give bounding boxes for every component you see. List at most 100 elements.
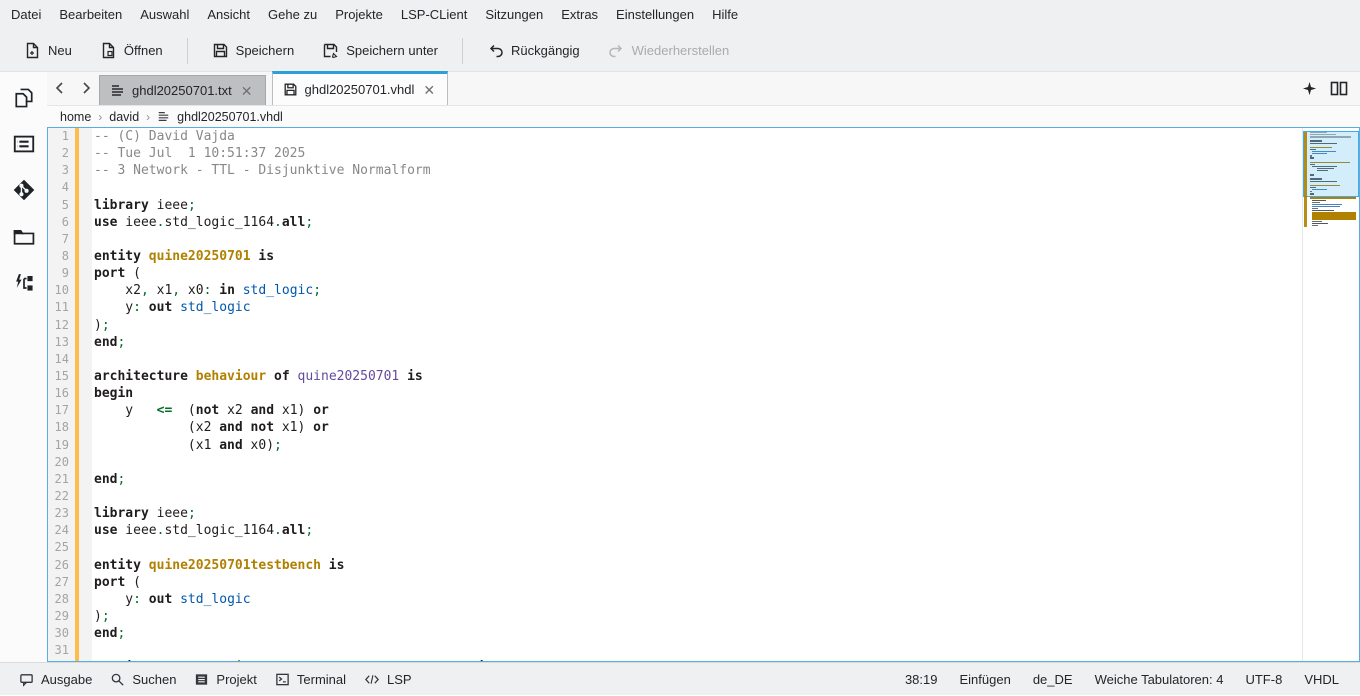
line-number: 7 — [48, 231, 75, 248]
cursor-position[interactable]: 38:19 — [894, 672, 949, 687]
code-line: 11 y: out std_logic — [48, 299, 1302, 316]
pin-icon — [1302, 81, 1317, 96]
chevron-left-icon — [53, 81, 67, 95]
line-number: 32 — [48, 659, 75, 661]
terminal-toggle-button[interactable]: Terminal — [266, 663, 355, 696]
line-number: 31 — [48, 642, 75, 659]
kate-window: Datei Bearbeiten Auswahl Ansicht Gehe zu… — [0, 0, 1360, 695]
line-number: 5 — [48, 197, 75, 214]
lsp-label: LSP — [387, 672, 412, 687]
minimap-scrollbar[interactable] — [1302, 128, 1359, 661]
output-label: Ausgabe — [41, 672, 92, 687]
code-line: 27port ( — [48, 574, 1302, 591]
menu-gehe-zu[interactable]: Gehe zu — [259, 0, 326, 30]
lsp-toggle-button[interactable]: LSP — [355, 663, 421, 696]
menu-auswahl[interactable]: Auswahl — [131, 0, 198, 30]
search-toggle-button[interactable]: Suchen — [101, 663, 185, 696]
line-number: 14 — [48, 351, 75, 368]
project-toggle-button[interactable]: Projekt — [185, 663, 265, 696]
tab-ghdl20250701-txt[interactable]: ghdl20250701.txt ✕ — [99, 75, 266, 105]
line-number: 16 — [48, 385, 75, 402]
outline-toolview-button[interactable] — [6, 129, 42, 159]
code-line: 20 — [48, 454, 1302, 471]
terminal-icon — [275, 672, 290, 687]
code-line: 6use ieee.std_logic_1164.all; — [48, 214, 1302, 231]
code-line: 17 y <= (not x2 and x1) or — [48, 402, 1302, 419]
new-button[interactable]: Neu — [14, 36, 82, 65]
open-button[interactable]: Öffnen — [90, 36, 173, 65]
lsp-symbols-toolview-button[interactable] — [6, 267, 42, 297]
open-button-label: Öffnen — [124, 43, 163, 58]
code-line: 16begin — [48, 385, 1302, 402]
speech-bubble-icon — [19, 672, 34, 687]
terminal-label: Terminal — [297, 672, 346, 687]
menu-bearbeiten[interactable]: Bearbeiten — [50, 0, 131, 30]
menu-datei[interactable]: Datei — [2, 0, 50, 30]
line-number: 1 — [48, 128, 75, 145]
breadcrumb-david[interactable]: david — [109, 110, 139, 124]
toolbar-separator — [462, 38, 463, 64]
code-line: 25 — [48, 539, 1302, 556]
breadcrumb-home[interactable]: home — [60, 110, 91, 124]
breadcrumb: home › david › ghdl20250701.vhdl — [47, 106, 1360, 127]
tab-ghdl20250701-vhdl[interactable]: ghdl20250701.vhdl ✕ — [272, 71, 449, 105]
menu-sitzungen[interactable]: Sitzungen — [476, 0, 552, 30]
line-number: 25 — [48, 539, 75, 556]
minimap-viewport[interactable] — [1303, 131, 1359, 197]
tab-settings-indicator[interactable]: Weiche Tabulatoren: 4 — [1084, 672, 1235, 687]
code-line: 18 (x2 and not x1) or — [48, 419, 1302, 436]
encoding-indicator[interactable]: UTF-8 — [1234, 672, 1293, 687]
code-line: 13end; — [48, 334, 1302, 351]
line-number: 28 — [48, 591, 75, 608]
line-number: 15 — [48, 368, 75, 385]
line-number: 24 — [48, 522, 75, 539]
menu-hilfe[interactable]: Hilfe — [703, 0, 747, 30]
save-icon — [212, 42, 229, 59]
menu-projekte[interactable]: Projekte — [326, 0, 392, 30]
menu-einstellungen[interactable]: Einstellungen — [607, 0, 703, 30]
history-back-button[interactable] — [47, 71, 73, 105]
line-number: 21 — [48, 471, 75, 488]
split-view-button[interactable] — [1324, 71, 1354, 105]
undo-icon — [487, 42, 504, 59]
documents-icon — [12, 84, 36, 112]
line-number: 8 — [48, 248, 75, 265]
code-line: 2-- Tue Jul 1 10:51:37 2025 — [48, 145, 1302, 162]
undo-button[interactable]: Rückgängig — [477, 36, 590, 65]
output-toggle-button[interactable]: Ausgabe — [10, 663, 101, 696]
line-number: 26 — [48, 557, 75, 574]
documents-toolview-button[interactable] — [6, 83, 42, 113]
dictionary-indicator[interactable]: de_DE — [1022, 672, 1084, 687]
project-list-icon — [194, 672, 209, 687]
main-toolbar: Neu Öffnen Speichern Speichern unter Rüc… — [0, 30, 1360, 72]
code-line: 10 x2, x1, x0: in std_logic; — [48, 282, 1302, 299]
code-line: 28 y: out std_logic — [48, 591, 1302, 608]
breadcrumb-file[interactable]: ghdl20250701.vhdl — [177, 110, 283, 124]
code-line: 7 — [48, 231, 1302, 248]
save-as-button[interactable]: Speichern unter — [312, 36, 448, 65]
menu-extras[interactable]: Extras — [552, 0, 607, 30]
code-line: 8entity quine20250701 is — [48, 248, 1302, 265]
syntax-mode-indicator[interactable]: VHDL — [1293, 672, 1350, 687]
menu-ansicht[interactable]: Ansicht — [198, 0, 259, 30]
menu-lsp-client[interactable]: LSP-CLient — [392, 0, 476, 30]
code-line: 9port ( — [48, 265, 1302, 282]
filesystem-toolview-button[interactable] — [6, 221, 42, 251]
redo-button[interactable]: Wiederherstellen — [598, 36, 740, 65]
pin-tabbar-button[interactable] — [1294, 71, 1324, 105]
close-tab-icon[interactable]: ✕ — [239, 83, 255, 99]
code-area[interactable]: 1-- (C) David Vajda2-- Tue Jul 1 10:51:3… — [48, 128, 1302, 661]
editor-view: 1-- (C) David Vajda2-- Tue Jul 1 10:51:3… — [47, 127, 1360, 662]
line-number: 29 — [48, 608, 75, 625]
history-forward-button[interactable] — [73, 71, 99, 105]
code-line: 4 — [48, 179, 1302, 196]
code-line: 12); — [48, 317, 1302, 334]
breadcrumb-separator-icon: › — [146, 110, 150, 124]
save-button[interactable]: Speichern — [202, 36, 305, 65]
line-number: 18 — [48, 419, 75, 436]
modified-document-icon — [283, 82, 298, 97]
insert-mode-indicator[interactable]: Einfügen — [949, 672, 1022, 687]
close-tab-icon[interactable]: ✕ — [421, 82, 437, 98]
list-details-icon — [12, 131, 36, 157]
git-toolview-button[interactable] — [6, 175, 42, 205]
